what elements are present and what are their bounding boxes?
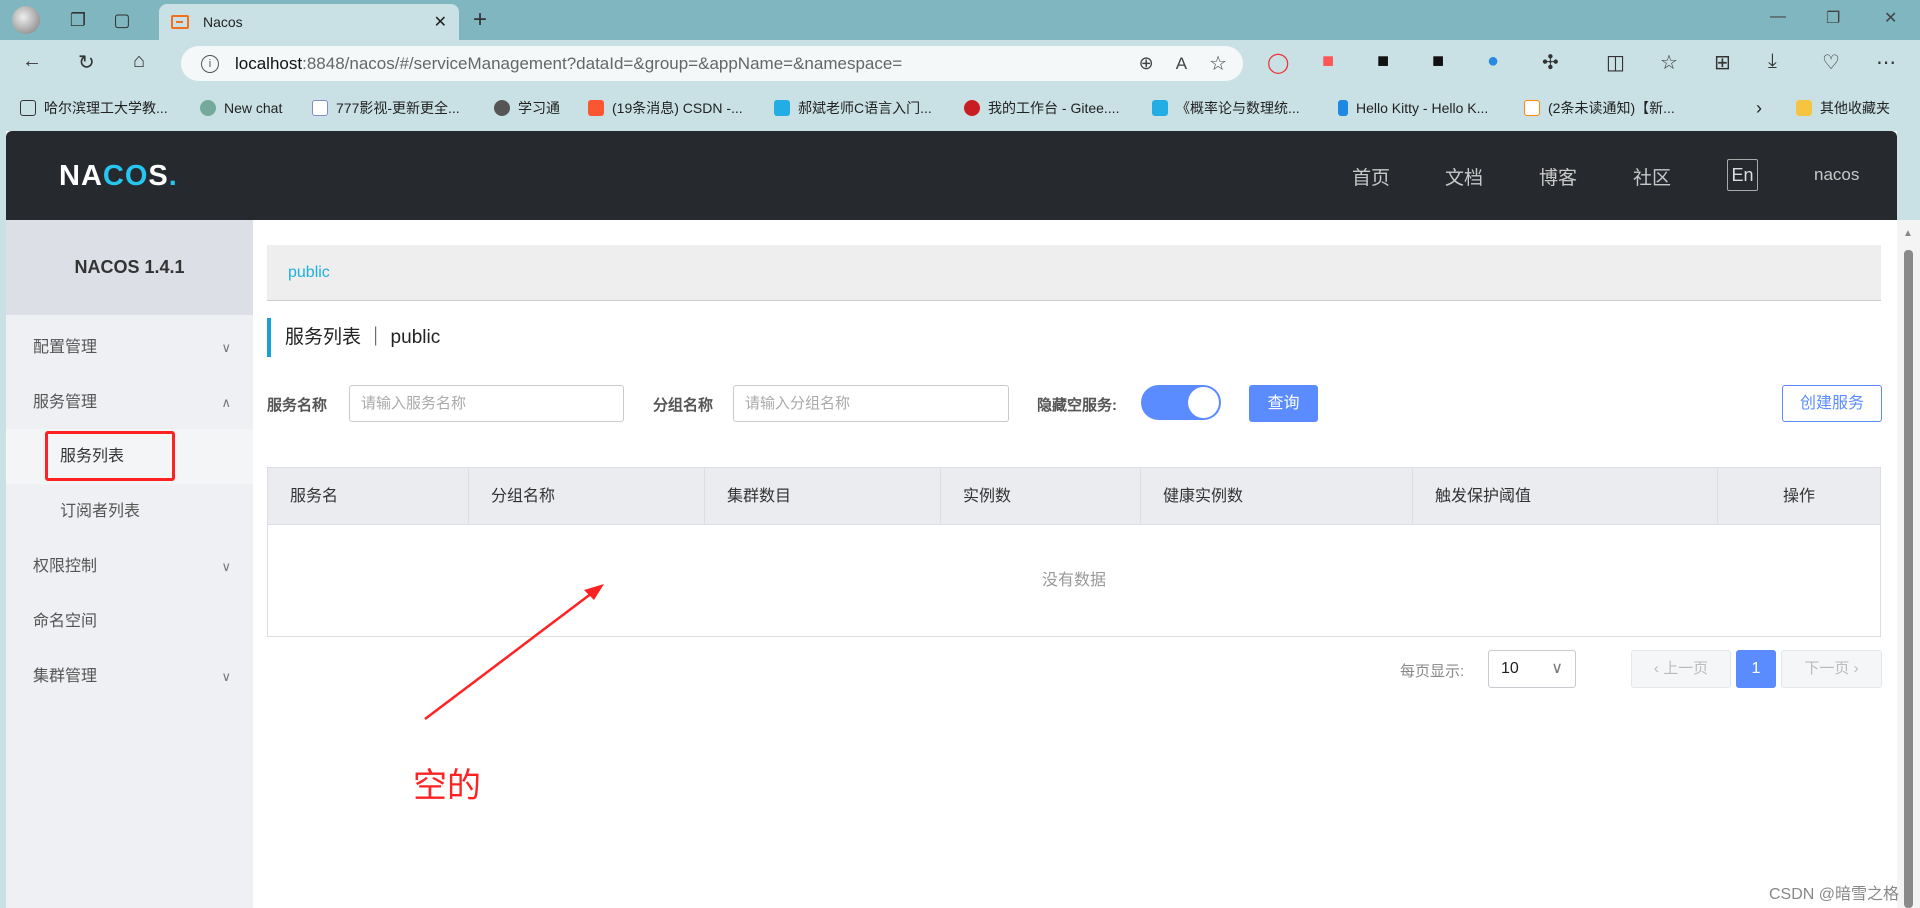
page-scrollbar[interactable]: ▲ <box>1897 220 1920 908</box>
annotation-text: 空的 <box>413 767 481 805</box>
scrollbar-thumb[interactable] <box>1904 250 1913 908</box>
scroll-up-icon[interactable]: ▲ <box>1903 228 1913 239</box>
watermark: CSDN @暗雪之格 <box>1769 886 1900 903</box>
annotation-arrow <box>424 584 604 720</box>
